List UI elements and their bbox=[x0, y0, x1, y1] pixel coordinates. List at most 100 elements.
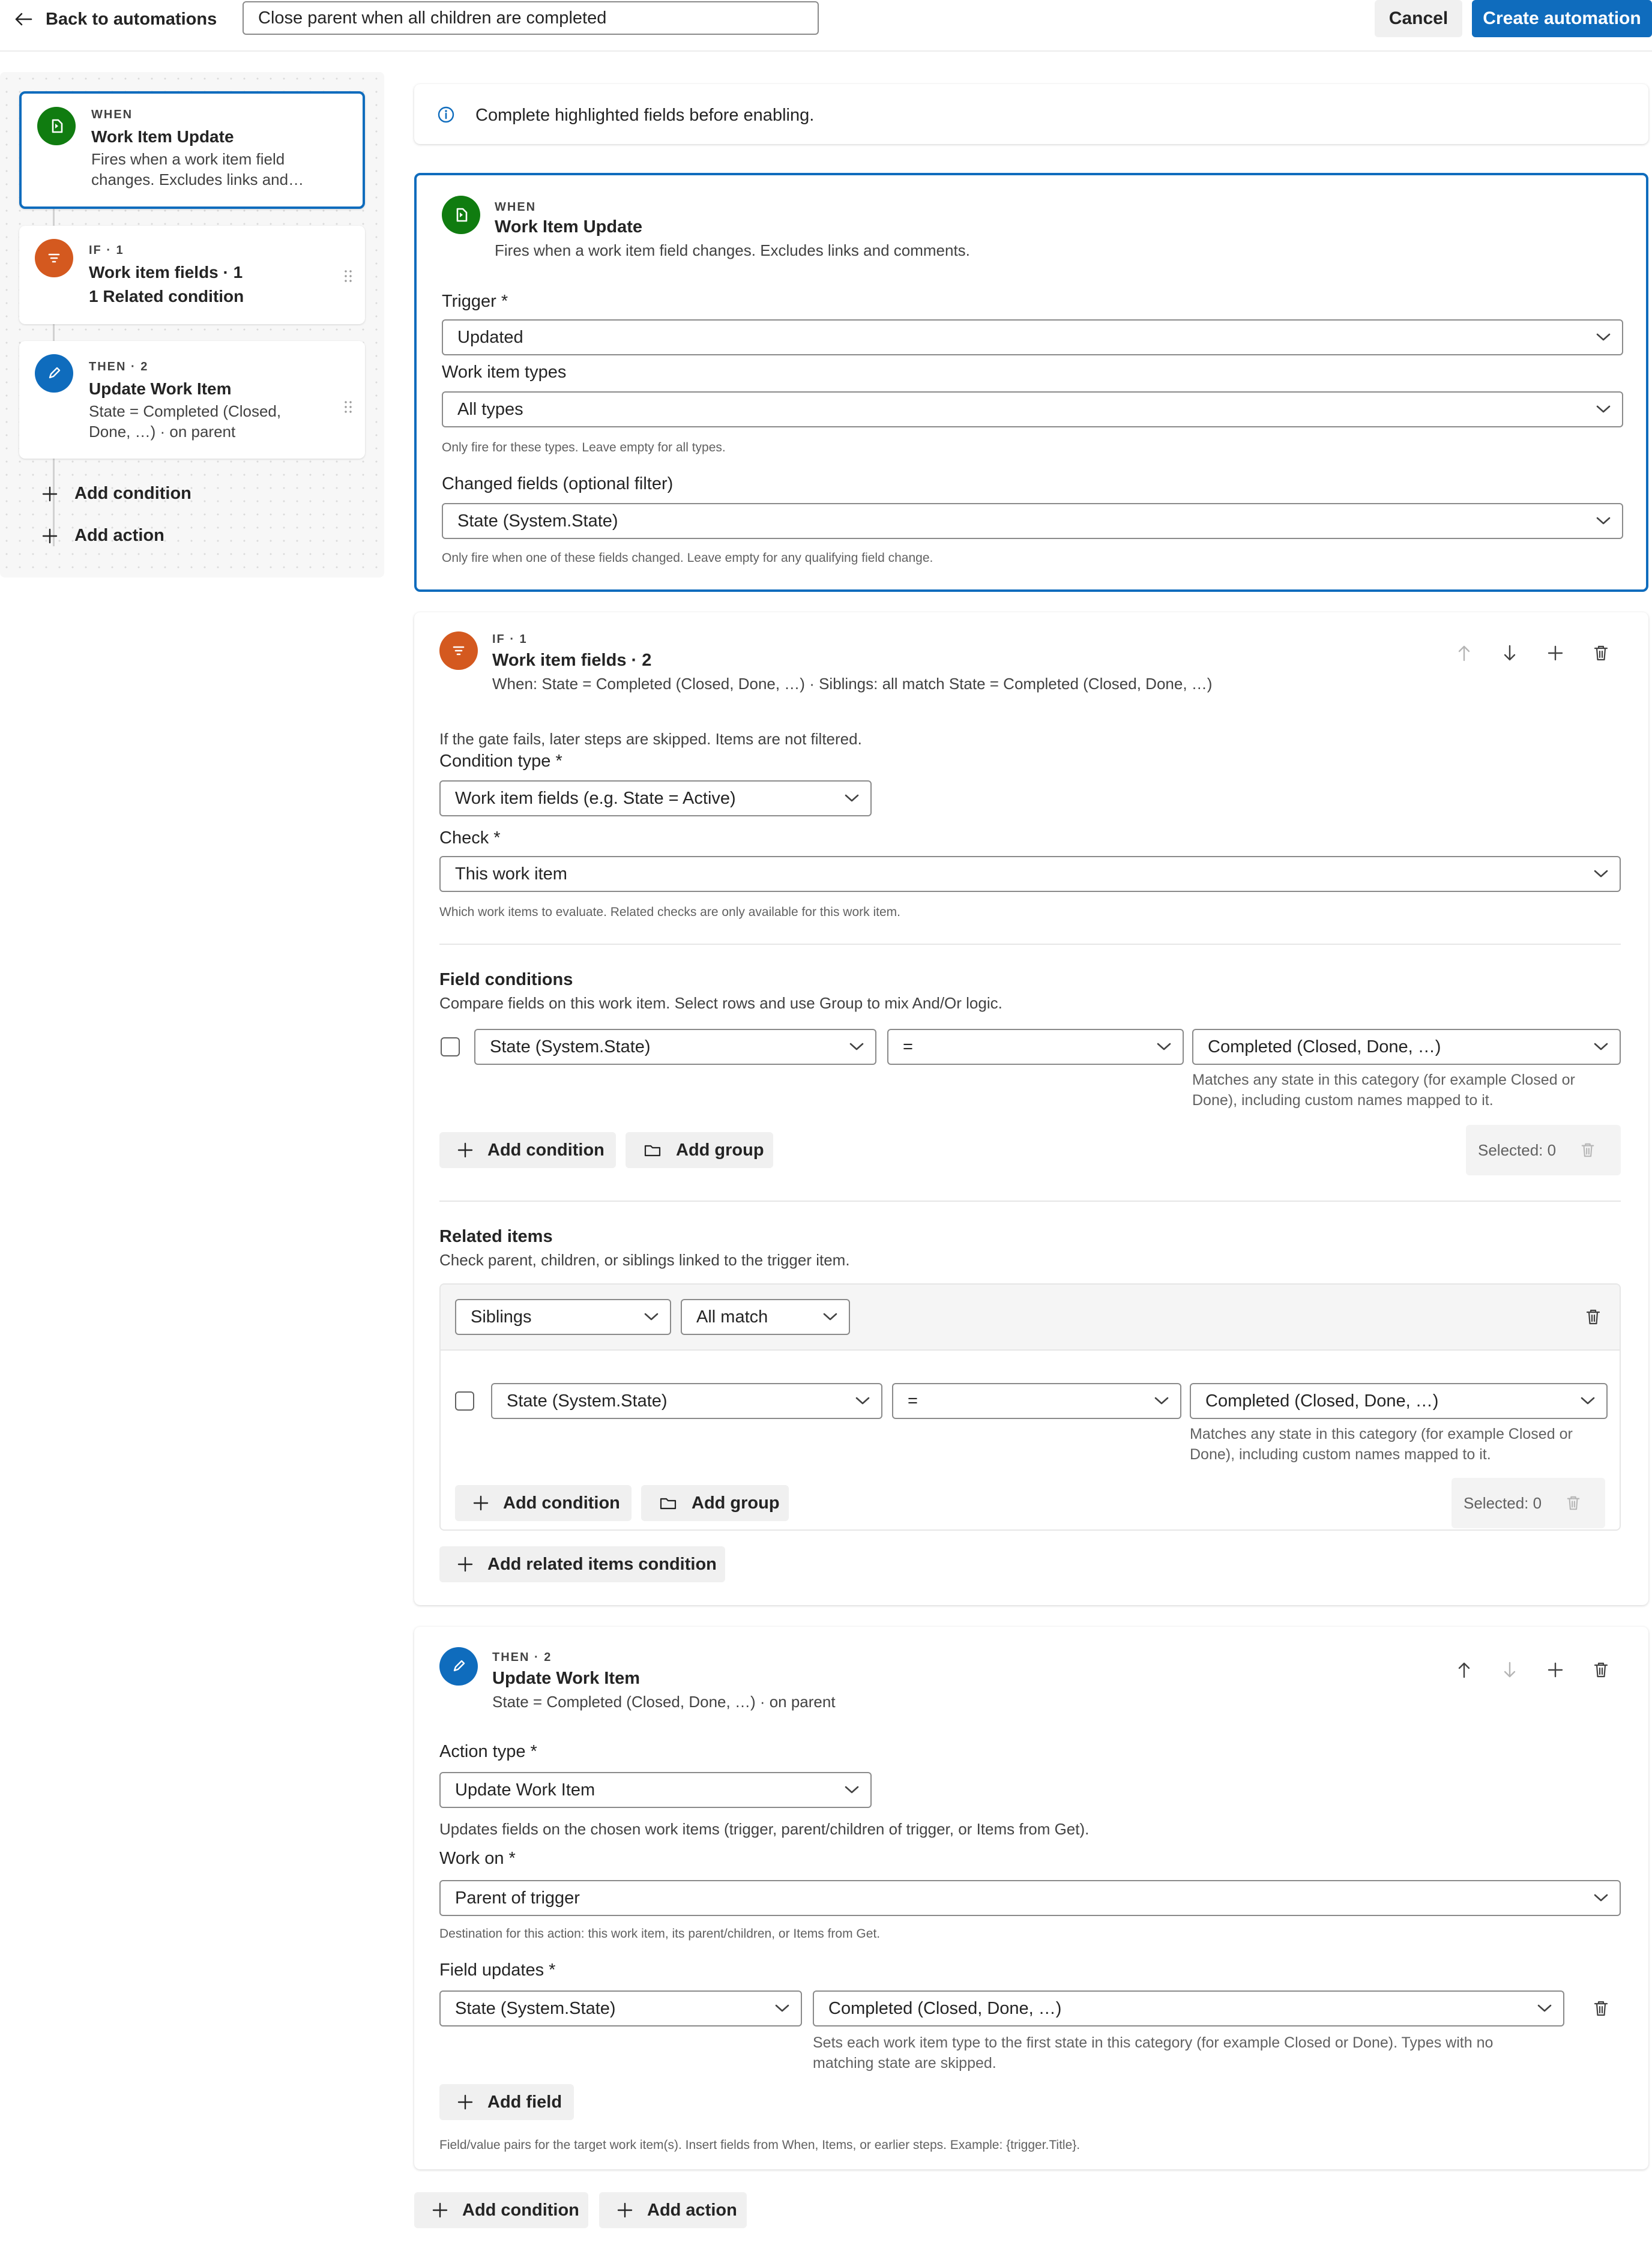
selected-count: Selected: 0 bbox=[1452, 1478, 1605, 1528]
gate-note: If the gate fails, later steps are skipp… bbox=[439, 730, 862, 748]
field-updates-label: Field updates * bbox=[439, 1960, 556, 1980]
step-kicker: WHEN bbox=[495, 200, 537, 214]
field-conditions-description: Compare fields on this work item. Select… bbox=[439, 994, 1002, 1012]
related-operator-select[interactable]: = bbox=[892, 1383, 1181, 1419]
plus-icon[interactable] bbox=[1543, 641, 1567, 665]
condition-value-select[interactable]: Completed (Closed, Done, …) bbox=[1192, 1029, 1621, 1065]
step-title: Work Item Update bbox=[91, 127, 234, 146]
condition-value-help: Done), including custom names mapped to … bbox=[1192, 1092, 1494, 1109]
condition-type-label: Condition type * bbox=[439, 752, 562, 771]
work-on-value: Parent of trigger bbox=[455, 1888, 580, 1908]
chevron-down-icon bbox=[844, 792, 860, 803]
sidebar-add-action-button[interactable]: Add action bbox=[42, 526, 164, 546]
info-icon bbox=[437, 106, 455, 124]
row-select-checkbox[interactable] bbox=[455, 1391, 474, 1411]
row-select-checkbox[interactable] bbox=[441, 1037, 460, 1056]
chevron-down-icon bbox=[1154, 1395, 1169, 1406]
add-related-items-condition-button[interactable]: Add related items condition bbox=[439, 1546, 725, 1582]
related-value-select[interactable]: Completed (Closed, Done, …) bbox=[1190, 1383, 1608, 1419]
match-value: All match bbox=[696, 1307, 768, 1327]
action-type-value: Update Work Item bbox=[455, 1780, 595, 1800]
work-on-select[interactable]: Parent of trigger bbox=[439, 1880, 1621, 1916]
condition-operator-select[interactable]: = bbox=[887, 1029, 1184, 1065]
cancel-button[interactable]: Cancel bbox=[1375, 0, 1462, 37]
related-field-select[interactable]: State (System.State) bbox=[491, 1383, 882, 1419]
related-items-group: Siblings All match State (System.State) … bbox=[439, 1283, 1621, 1531]
section-divider bbox=[439, 944, 1621, 945]
plus-icon bbox=[42, 528, 58, 544]
check-help: Which work items to evaluate. Related ch… bbox=[439, 905, 900, 919]
update-field-select[interactable]: State (System.State) bbox=[439, 1990, 802, 2026]
related-add-condition-button[interactable]: Add condition bbox=[455, 1485, 632, 1521]
action-type-label: Action type * bbox=[439, 1742, 537, 1761]
top-bar: Back to automations Cancel Create automa… bbox=[0, 0, 1652, 52]
trigger-select[interactable]: Updated bbox=[442, 319, 1623, 355]
update-value-help: matching state are skipped. bbox=[813, 2055, 996, 2072]
outline-step-when[interactable]: WHEN Work Item Update Fires when a work … bbox=[19, 91, 365, 209]
selected-count: Selected: 0 bbox=[1466, 1125, 1621, 1175]
outline-step-then[interactable]: THEN · 2 Update Work Item State = Comple… bbox=[19, 341, 365, 459]
arrow-left-icon bbox=[14, 12, 32, 26]
relation-select[interactable]: Siblings bbox=[455, 1299, 671, 1335]
pencil-icon bbox=[439, 1647, 478, 1686]
trash-icon[interactable] bbox=[1581, 1305, 1605, 1329]
action-type-select[interactable]: Update Work Item bbox=[439, 1772, 872, 1808]
add-condition-button[interactable]: Add condition bbox=[439, 1132, 616, 1168]
related-items-title: Related items bbox=[439, 1227, 553, 1246]
action-type-help: Updates fields on the chosen work items … bbox=[439, 1820, 1090, 1838]
add-group-button[interactable]: Add group bbox=[626, 1132, 773, 1168]
related-add-group-button[interactable]: Add group bbox=[641, 1485, 789, 1521]
add-field-label: Add field bbox=[487, 2092, 562, 2112]
changed-fields-select[interactable]: State (System.State) bbox=[442, 503, 1623, 539]
plus-icon bbox=[457, 1556, 473, 1572]
chevron-down-icon bbox=[1596, 403, 1611, 414]
create-automation-button[interactable]: Create automation bbox=[1472, 0, 1652, 37]
condition-field-select[interactable]: State (System.State) bbox=[474, 1029, 876, 1065]
chevron-down-icon bbox=[1156, 1041, 1172, 1052]
drag-handle-icon[interactable] bbox=[343, 269, 353, 282]
plus-icon bbox=[432, 2202, 448, 2218]
trash-icon[interactable] bbox=[1589, 1658, 1613, 1682]
trash-icon[interactable] bbox=[1589, 641, 1613, 665]
check-select[interactable]: This work item bbox=[439, 856, 1621, 892]
condition-operator-value: = bbox=[903, 1037, 913, 1056]
trash-icon[interactable] bbox=[1589, 1996, 1613, 2020]
step-description: Fires when a work item field bbox=[91, 150, 285, 168]
move-down-icon[interactable] bbox=[1498, 641, 1522, 665]
related-value-help: Done), including custom names mapped to … bbox=[1190, 1446, 1491, 1463]
flow-outline-panel: WHEN Work Item Update Fires when a work … bbox=[0, 72, 384, 577]
back-to-automations-link[interactable]: Back to automations bbox=[14, 7, 217, 31]
plus-icon[interactable] bbox=[1543, 1658, 1567, 1682]
add-condition-label: Add condition bbox=[503, 1493, 620, 1513]
plus-icon bbox=[457, 2094, 473, 2110]
related-operator-value: = bbox=[908, 1391, 918, 1411]
condition-value-help: Matches any state in this category (for … bbox=[1192, 1071, 1575, 1088]
automation-name-input[interactable] bbox=[243, 1, 819, 35]
update-value: Completed (Closed, Done, …) bbox=[828, 1998, 1062, 2018]
move-down-icon[interactable] bbox=[1498, 1658, 1522, 1682]
add-action-label: Add action bbox=[647, 2200, 737, 2220]
selected-count-label: Selected: 0 bbox=[1464, 1493, 1542, 1512]
match-select[interactable]: All match bbox=[681, 1299, 850, 1335]
chevron-down-icon bbox=[1593, 1892, 1609, 1903]
outline-step-if[interactable]: IF · 1 Work item fields · 1 1 Related co… bbox=[19, 226, 365, 324]
update-value-help: Sets each work item type to the first st… bbox=[813, 2034, 1494, 2051]
sidebar-add-condition-button[interactable]: Add condition bbox=[42, 484, 191, 504]
move-up-icon[interactable] bbox=[1452, 641, 1476, 665]
folder-icon bbox=[644, 1142, 662, 1158]
trash-icon bbox=[1580, 1142, 1596, 1159]
add-action-step-button[interactable]: Add action bbox=[599, 2192, 747, 2228]
step-title: Update Work Item bbox=[89, 379, 232, 398]
step-description: State = Completed (Closed, bbox=[89, 402, 282, 420]
plus-icon bbox=[473, 1495, 489, 1511]
add-condition-step-button[interactable]: Add condition bbox=[414, 2192, 588, 2228]
condition-type-select[interactable]: Work item fields (e.g. State = Active) bbox=[439, 780, 872, 816]
add-field-button[interactable]: Add field bbox=[439, 2084, 574, 2120]
move-up-icon[interactable] bbox=[1452, 1658, 1476, 1682]
step-subtitle: 1 Related condition bbox=[89, 287, 244, 306]
condition-field-value: State (System.State) bbox=[490, 1037, 651, 1056]
changed-fields-label: Changed fields (optional filter) bbox=[442, 474, 674, 493]
drag-handle-icon[interactable] bbox=[343, 400, 353, 413]
work-item-types-select[interactable]: All types bbox=[442, 391, 1623, 427]
update-value-select[interactable]: Completed (Closed, Done, …) bbox=[813, 1990, 1564, 2026]
